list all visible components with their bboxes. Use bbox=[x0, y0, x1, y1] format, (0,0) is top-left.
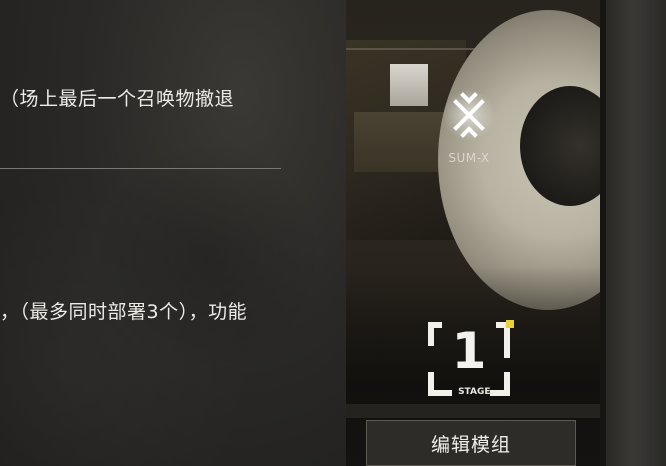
stage-label: STAGE. bbox=[458, 387, 494, 397]
stage-number: 1 bbox=[452, 322, 487, 380]
edit-module-button[interactable]: 编辑模组 bbox=[366, 420, 576, 466]
stage-indicator-icon: 1 STAGE. bbox=[428, 320, 514, 397]
description-panel bbox=[0, 0, 346, 466]
edit-module-label: 编辑模组 bbox=[430, 433, 511, 456]
description-text-1: （场上最后一个召唤物撤退 bbox=[0, 88, 235, 110]
section-divider bbox=[0, 168, 281, 169]
module-art-paper bbox=[390, 64, 428, 106]
right-side-panel bbox=[600, 0, 666, 466]
description-text-2: ，（最多同时部署3个），功能 bbox=[0, 301, 248, 323]
button-frame-top bbox=[346, 404, 600, 418]
module-name-label: SUM-X bbox=[448, 151, 490, 165]
sum-x-emblem-icon bbox=[443, 89, 495, 141]
